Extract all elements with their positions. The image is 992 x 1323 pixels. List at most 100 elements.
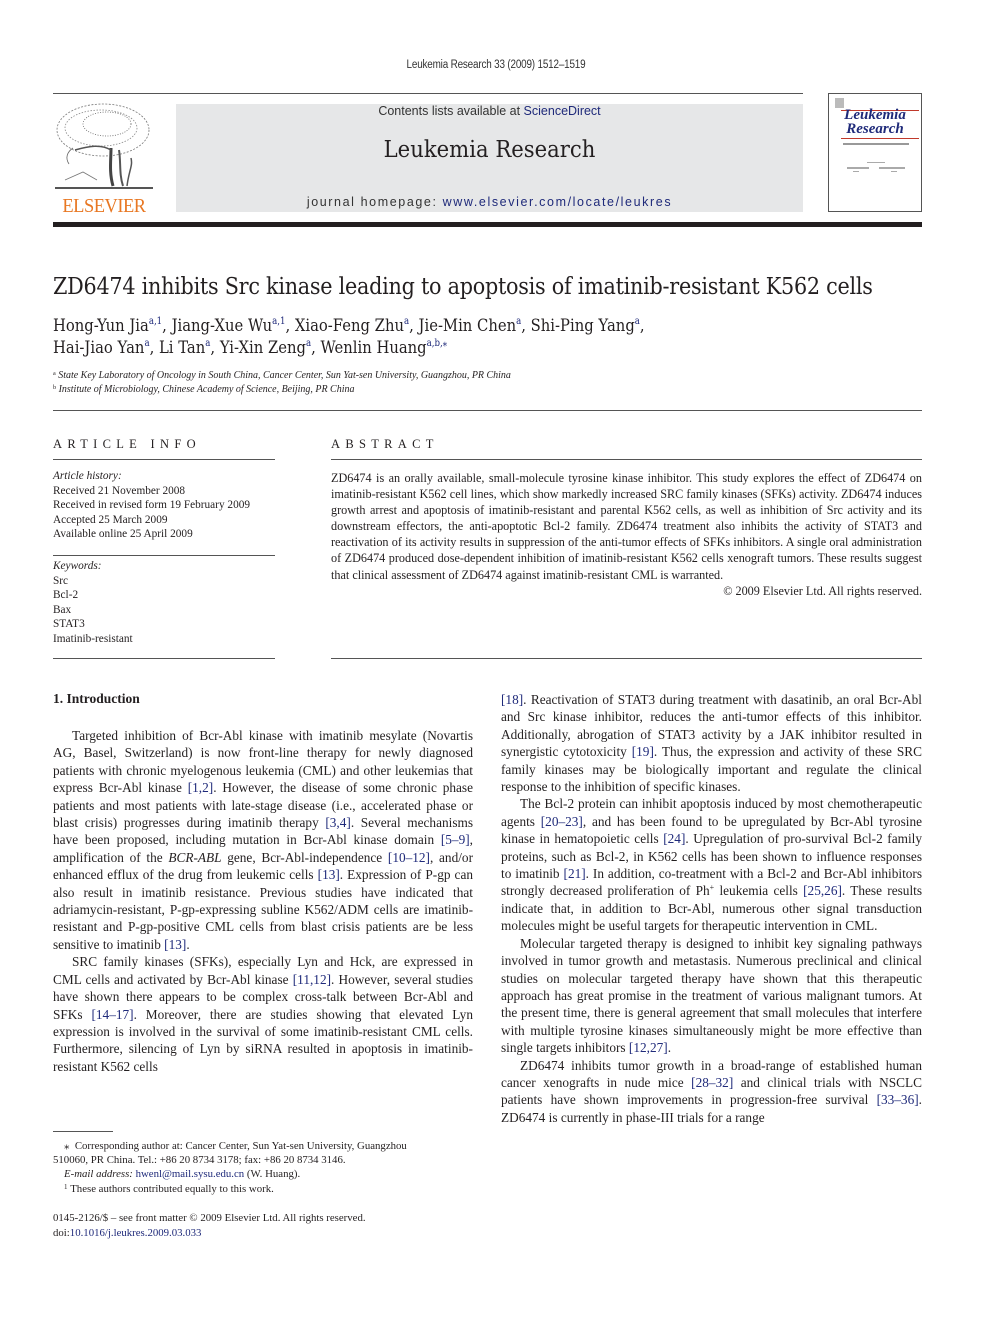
footnotes: ⁎ Corresponding author at: Cancer Center… (53, 1139, 473, 1196)
paragraph: Molecular targeted therapy is designed t… (501, 935, 922, 1056)
citation-link[interactable]: [14–17] (91, 1007, 133, 1022)
author-separator: , (149, 338, 159, 358)
equal-contribution-note: 1 These authors contributed equally to t… (53, 1182, 473, 1196)
italic-term: BCR-ABL (168, 849, 222, 865)
citation-link[interactable]: [21] (564, 866, 586, 881)
citation-link[interactable]: [19] (632, 744, 654, 759)
author-name: Wenlin Huang (320, 338, 427, 358)
author-separator: , (521, 316, 531, 336)
citation-link[interactable]: [12,27] (629, 1040, 668, 1055)
paragraph: The Bcl-2 protein can inhibit apoptosis … (501, 796, 923, 934)
article-title: ZD6474 inhibits Src kinase leading to ap… (53, 272, 873, 300)
abstract-text: ZD6474 is an orally available, small-mol… (331, 471, 922, 582)
journal-cover-thumbnail[interactable]: Leukemia Research (828, 93, 922, 212)
citation-link[interactable]: [3,4] (325, 815, 350, 830)
keyword: Imatinib-resistant (53, 632, 133, 645)
author-name: Yi-Xin Zeng (219, 338, 306, 358)
elsevier-wordmark: ELSEVIER (62, 195, 146, 217)
author-affiliation-marks[interactable]: a,b,⁎ (427, 338, 447, 349)
affiliation-divider (53, 410, 922, 411)
author-line-1: Hong-Yun Jiaa,1, Jiang-Xue Wua,1, Xiao-F… (53, 316, 645, 336)
author-name: Shi-Ping Yang (530, 316, 635, 336)
doi-prefix: doi: (53, 1226, 70, 1239)
citation-link[interactable]: [1,2] (188, 780, 213, 795)
affiliations: a State Key Laboratory of Oncology in So… (53, 369, 718, 397)
keyword: Bcl-2 (53, 589, 79, 601)
citation-link[interactable]: [5–9] (441, 832, 470, 847)
email-suffix: (W. Huang). (244, 1168, 301, 1181)
header-thick-rule (53, 222, 922, 227)
citation-link[interactable]: [20–23] (541, 814, 583, 829)
email-note: E-mail address: hwenl@mail.sysu.edu.cn (… (53, 1167, 473, 1181)
citation-link[interactable]: [28–32] (691, 1075, 733, 1090)
citation-link[interactable]: [25,26] (803, 883, 842, 898)
doi-link[interactable]: 10.1016/j.leukres.2009.03.033 (70, 1227, 202, 1239)
citation-link[interactable]: [10–12] (388, 850, 430, 865)
affiliation: b Institute of Microbiology, Chinese Aca… (53, 383, 718, 397)
body-column-left: Targeted inhibition of Bcr-Abl kinase wi… (53, 727, 473, 1075)
paragraph: SRC family kinases (SFKs), especially Ly… (53, 954, 473, 1074)
history-item: Accepted 25 March 2009 (53, 513, 168, 526)
cover-title-line2: Research (846, 121, 904, 137)
corresponding-mark: ⁎ (64, 1140, 70, 1152)
citation-link[interactable]: [11,12] (293, 972, 331, 987)
article-info-heading: ARTICLE INFO (53, 437, 201, 451)
journal-masthead: Contents lists available at ScienceDirec… (176, 104, 803, 212)
corresponding-contact: 510060, PR China. Tel.: +86 20 8734 3178… (53, 1154, 346, 1167)
author-separator: , (210, 338, 220, 358)
citation-link[interactable]: [33–36] (877, 1092, 919, 1107)
history-item: Available online 25 April 2009 (53, 528, 193, 540)
doi-line: doi:10.1016/j.leukres.2009.03.033 (53, 1226, 473, 1241)
author: Wenlin Huanga,b,⁎ (321, 338, 448, 358)
cover-text (879, 167, 905, 169)
homepage-line: journal homepage: www.elsevier.com/locat… (176, 195, 803, 209)
paragraph: Targeted inhibition of Bcr-Abl kinase wi… (53, 728, 474, 952)
cover-text (867, 162, 885, 163)
keywords: Keywords: Src Bcl-2 Bax STAT3 Imatinib-r… (53, 559, 278, 646)
author: Hong-Yun Jiaa,1, (53, 316, 172, 336)
article-history-label: Article history: (53, 470, 122, 482)
abstract-copyright: © 2009 Elsevier Ltd. All rights reserved… (723, 583, 922, 598)
author-affiliation-marks[interactable]: a,1 (149, 316, 162, 327)
citation-link[interactable]: [13] (164, 937, 186, 952)
email-link[interactable]: hwenl@mail.sysu.edu.cn (136, 1168, 245, 1180)
paragraph: ZD6474 inhibits tumor growth in a broad-… (501, 1057, 922, 1125)
keyword: STAT3 (53, 618, 85, 630)
abstract-divider (331, 459, 922, 460)
author-line-2: Hai-Jiao Yana, Li Tana, Yi-Xin Zenga, We… (53, 338, 447, 358)
cover-rule (841, 138, 919, 139)
author: Shi-Ping Yanga, (531, 316, 645, 336)
author: Xiao-Feng Zhua, (295, 316, 419, 336)
author-separator: , (639, 316, 645, 336)
citation-link[interactable]: [18] (501, 692, 523, 707)
introduction-heading: 1. Introduction (53, 691, 140, 706)
history-item: Received in revised form 19 February 200… (53, 499, 251, 511)
keywords-label: Keywords: (53, 560, 102, 572)
cover-subtitle (843, 143, 909, 145)
affiliation-mark: a (53, 370, 56, 377)
author-name: Hong-Yun Jia (53, 316, 149, 336)
journal-homepage-link[interactable]: www.elsevier.com/locate/leukres (443, 195, 673, 209)
imprint: 0145-2126/$ – see front matter © 2009 El… (53, 1211, 473, 1240)
author: Yi-Xin Zenga, (220, 338, 321, 358)
keywords-divider (53, 555, 275, 556)
cover-text (847, 167, 869, 169)
author-name: Jiang-Xue Wu (171, 316, 273, 336)
affiliation: a State Key Laboratory of Oncology in So… (53, 369, 718, 383)
author-name: Xiao-Feng Zhu (294, 316, 405, 336)
citation-link[interactable]: [24] (663, 831, 685, 846)
sciencedirect-link[interactable]: ScienceDirect (524, 104, 601, 118)
journal-title: Leukemia Research (383, 137, 596, 163)
citation-link[interactable]: [13] (318, 867, 340, 882)
superscript: + (709, 883, 715, 893)
elsevier-logo[interactable]: ELSEVIER (53, 100, 155, 217)
issn-line: 0145-2126/$ – see front matter © 2009 El… (53, 1212, 366, 1224)
author-name: Li Tan (158, 338, 206, 358)
author: Li Tana, (159, 338, 220, 358)
author-affiliation-marks[interactable]: a,1 (272, 316, 285, 327)
cover-text (853, 171, 859, 172)
abstract-bottom-rule (331, 658, 922, 659)
footnote-rule (53, 1131, 113, 1132)
equal-text: These authors contributed equally to thi… (70, 1182, 274, 1195)
email-label: E-mail address: (64, 1168, 133, 1181)
